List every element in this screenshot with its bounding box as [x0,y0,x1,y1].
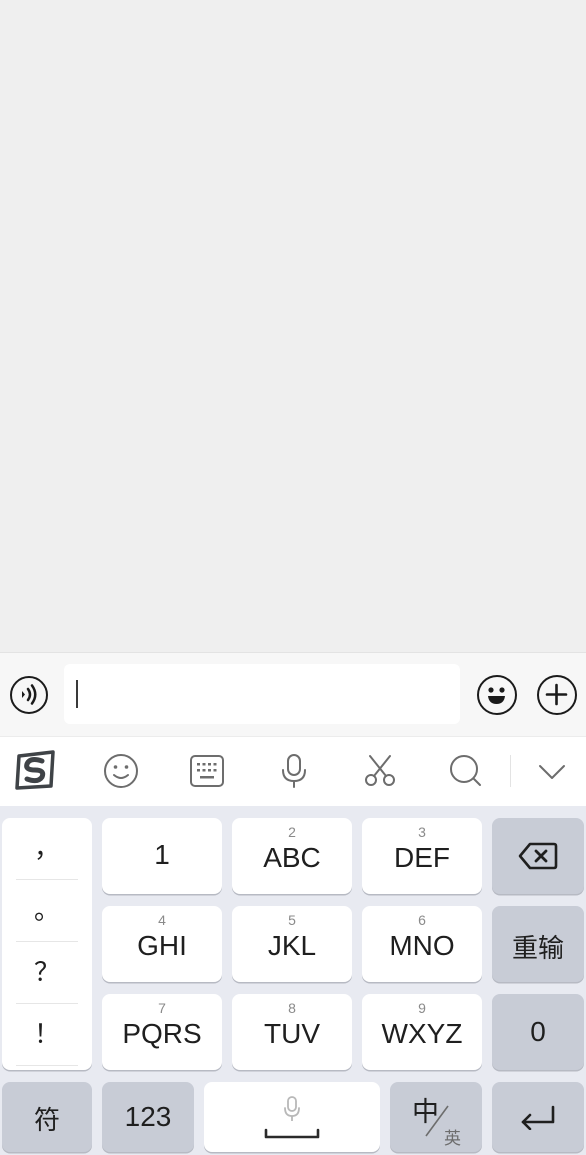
key-label: 1 [154,839,170,870]
key-9-wxyz[interactable]: 9 WXYZ [362,994,482,1070]
reinput-key[interactable]: 重输 [492,906,584,982]
punct-divider [16,1065,78,1066]
punct-comma-key[interactable]: ， [16,818,78,879]
space-key[interactable] [204,1082,380,1152]
add-icon [545,683,568,706]
scissors-icon[interactable] [360,751,400,791]
key-label: PQRS [122,1018,202,1049]
key-2-abc[interactable]: 2 ABC [232,818,352,894]
key-label: DEF [394,842,450,873]
add-button[interactable] [537,675,577,715]
sogou-logo-icon[interactable] [13,748,57,792]
punctuation-column[interactable]: ， 。 ？ ！ [2,818,92,1070]
key-0[interactable]: 0 [492,994,584,1070]
emoji-icon [488,687,505,704]
key-label: 重输 [511,934,564,964]
text-caret [76,680,78,708]
emoji-button[interactable] [477,675,517,715]
key-digit: 5 [288,912,296,928]
key-digit: 7 [158,1000,166,1016]
ime-toolbar [0,736,586,806]
microphone-icon [284,1096,300,1121]
message-input[interactable] [64,664,460,724]
enter-icon [521,1105,555,1130]
toolbar-divider [510,755,511,787]
key-digit: 8 [288,1000,296,1016]
backspace-key[interactable] [492,818,584,894]
voice-toggle-button[interactable] [10,676,48,714]
message-input-bar [0,652,586,736]
key-label: ABC [263,842,321,873]
symbols-key[interactable]: 符 [2,1082,92,1152]
chat-area [0,0,586,652]
numbers-key[interactable]: 123 [102,1082,194,1152]
punct-exclaim-key[interactable]: ！ [16,1004,78,1065]
search-icon[interactable] [446,751,486,791]
keyboard-icon[interactable] [187,751,227,791]
key-label: 0 [530,1016,546,1047]
enter-key[interactable] [492,1082,584,1152]
punct-question-key[interactable]: ？ [16,942,78,1003]
key-digit: 2 [288,824,296,840]
chevron-down-icon[interactable] [532,751,572,791]
lang-english-label: 英 [444,1129,461,1149]
key-label: GHI [137,930,187,961]
key-digit: 9 [418,1000,426,1016]
key-4-ghi[interactable]: 4 GHI [102,906,222,982]
key-6-mno[interactable]: 6 MNO [362,906,482,982]
key-label: TUV [264,1018,320,1049]
microphone-icon[interactable] [274,751,314,791]
emoji-face-icon[interactable] [101,751,141,791]
key-7-pqrs[interactable]: 7 PQRS [102,994,222,1070]
t9-keyboard: ， 。 ？ ！ 1 2 ABC 3 DEF 4 GHI 5 JKL 6 MNO [0,806,586,1155]
key-label: 符 [33,1106,60,1136]
key-label: 123 [124,1101,172,1132]
key-5-jkl[interactable]: 5 JKL [232,906,352,982]
key-label: WXYZ [381,1018,463,1049]
key-label: MNO [389,930,455,961]
key-8-tuv[interactable]: 8 TUV [232,994,352,1070]
key-label: JKL [267,930,317,961]
key-digit: 6 [418,912,426,928]
language-switch-key[interactable]: 中 英 [390,1082,482,1152]
key-3-def[interactable]: 3 DEF [362,818,482,894]
punct-period-key[interactable]: 。 [16,880,78,941]
key-1[interactable]: 1 [102,818,222,894]
backspace-icon [518,842,558,870]
space-bar-icon [264,1128,320,1139]
voice-toggle-icon [22,684,37,705]
key-digit: 3 [418,824,426,840]
key-digit: 4 [158,912,166,928]
